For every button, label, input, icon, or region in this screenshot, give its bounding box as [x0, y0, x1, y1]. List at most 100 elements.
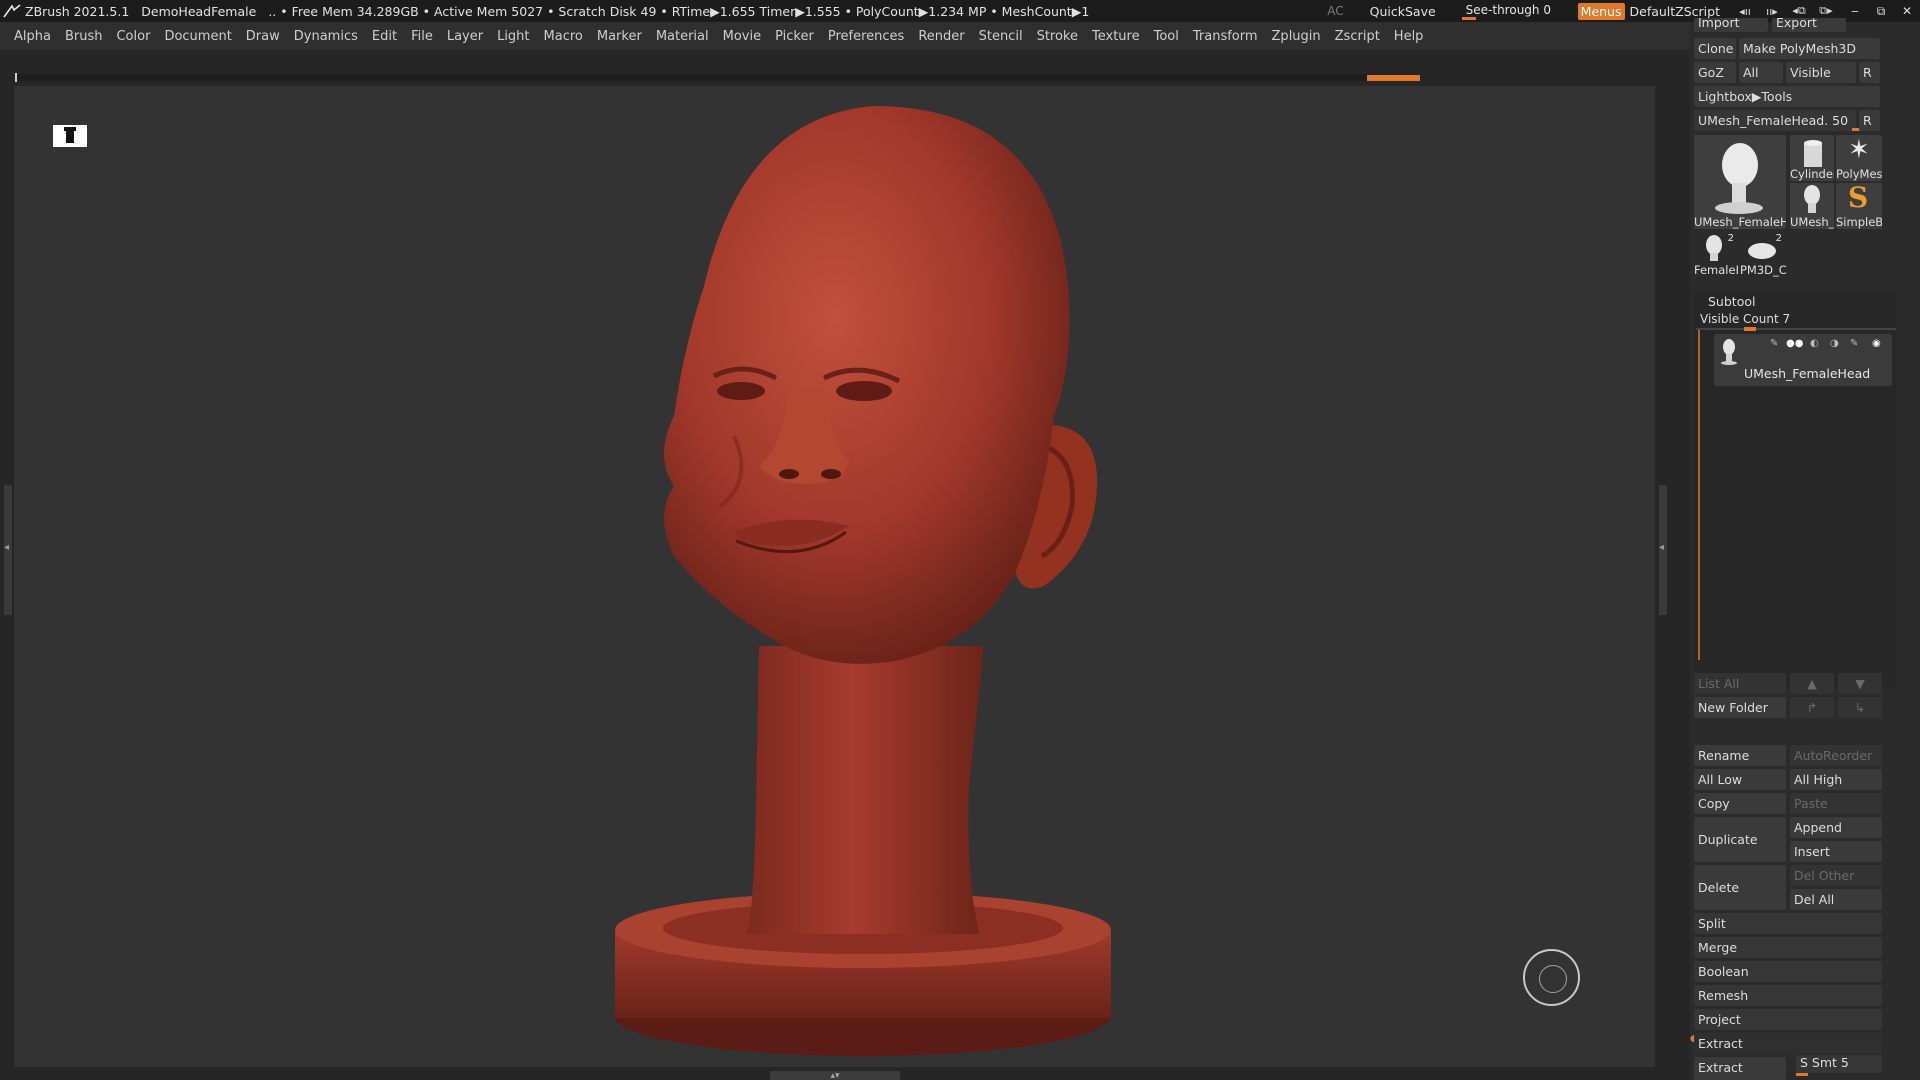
append-button[interactable]: Append — [1790, 817, 1882, 838]
menu-tool[interactable]: Tool — [1154, 29, 1179, 44]
menu-file[interactable]: File — [411, 29, 433, 44]
move-down-icon[interactable]: ▼ — [1838, 673, 1882, 694]
document-canvas[interactable] — [14, 86, 1655, 1067]
clone-button[interactable]: Clone — [1694, 38, 1736, 59]
menu-alpha[interactable]: Alpha — [14, 29, 51, 44]
tool-thumb-polymesh[interactable]: ✶ PolyMes — [1836, 135, 1882, 181]
remesh-section[interactable]: Remesh — [1694, 985, 1882, 1006]
menu-brush[interactable]: Brush — [65, 29, 103, 44]
export-button[interactable]: Export — [1772, 18, 1846, 32]
minimize-icon[interactable]: ‒ — [1842, 1, 1868, 21]
dynamic-icon[interactable]: ◑ — [1830, 338, 1839, 349]
split-section[interactable]: Split — [1694, 913, 1882, 934]
material-icon[interactable]: ◐ — [1810, 338, 1819, 349]
menu-zplugin[interactable]: Zplugin — [1272, 29, 1321, 44]
s-smt-fill — [1796, 1073, 1808, 1076]
default-zscript-button[interactable]: DefaultZScript — [1630, 4, 1721, 19]
folder-insert-icon[interactable]: ↳ — [1838, 697, 1882, 718]
s-smt-slider[interactable]: S Smt 5 — [1796, 1055, 1882, 1073]
menu-zscript[interactable]: Zscript — [1335, 29, 1380, 44]
insert-button[interactable]: Insert — [1790, 841, 1882, 862]
quicksave-button[interactable]: QuickSave — [1370, 4, 1436, 19]
menu-texture[interactable]: Texture — [1092, 29, 1140, 44]
visibility-eye-icon[interactable]: ◉ — [1872, 338, 1881, 349]
ac-toggle[interactable]: AC — [1327, 4, 1343, 18]
tool-thumb-umesh[interactable]: UMesh_ — [1790, 183, 1834, 229]
layout-prev-icon[interactable]: ◂ıı — [1734, 3, 1756, 19]
menu-stencil[interactable]: Stencil — [979, 29, 1023, 44]
del-other-button[interactable]: Del Other — [1790, 865, 1882, 886]
ui-colors-icon[interactable]: ⧉▸ — [1815, 3, 1837, 19]
extract-section[interactable]: Extract — [1694, 1033, 1882, 1054]
subtool-title[interactable]: Subtool — [1708, 294, 1755, 309]
rename-button[interactable]: Rename — [1694, 745, 1786, 766]
menu-color[interactable]: Color — [116, 29, 150, 44]
menu-macro[interactable]: Macro — [544, 29, 583, 44]
goz-visible-button[interactable]: Visible — [1786, 62, 1856, 83]
list-all-button[interactable]: List All — [1694, 673, 1786, 694]
edit-icon[interactable]: ✎ — [1850, 338, 1858, 349]
all-high-button[interactable]: All High — [1790, 769, 1882, 790]
tool-r-button[interactable]: R — [1859, 110, 1880, 131]
merge-section[interactable]: Merge — [1694, 937, 1882, 958]
layout-next-icon[interactable]: ıı▸ — [1761, 3, 1783, 19]
right-tray-toggle[interactable]: ◂ — [1659, 485, 1667, 615]
move-up-icon[interactable]: ▲ — [1790, 673, 1834, 694]
import-button[interactable]: Import — [1694, 18, 1768, 32]
menu-marker[interactable]: Marker — [597, 29, 642, 44]
tool-thumb-umesh-female-head[interactable]: UMesh_FemaleH — [1694, 135, 1786, 229]
goz-button[interactable]: GoZ — [1694, 62, 1736, 83]
brush-mode-icon[interactable]: ✎ — [1770, 338, 1778, 349]
menu-document[interactable]: Document — [164, 29, 231, 44]
close-icon[interactable]: ✕ — [1894, 1, 1920, 21]
new-folder-button[interactable]: New Folder — [1694, 697, 1786, 718]
left-tray-toggle[interactable]: ◂ — [4, 485, 12, 615]
menu-picker[interactable]: Picker — [775, 29, 814, 44]
menu-help[interactable]: Help — [1394, 29, 1424, 44]
simplebrush-s-icon: S — [1848, 183, 1869, 214]
menu-transform[interactable]: Transform — [1193, 29, 1258, 44]
extract-button[interactable]: Extract — [1694, 1057, 1786, 1080]
tool-thumb-simplebrush[interactable]: S SimpleB — [1836, 183, 1882, 229]
menu-edit[interactable]: Edit — [372, 29, 397, 44]
bottom-tray-toggle[interactable]: ▴▾ — [770, 1071, 900, 1080]
current-tool-slider[interactable]: UMesh_FemaleHead. 50 — [1694, 110, 1856, 131]
menu-light[interactable]: Light — [497, 29, 529, 44]
copy-button[interactable]: Copy — [1694, 793, 1786, 814]
make-polymesh3d-button[interactable]: Make PolyMesh3D — [1739, 38, 1880, 59]
all-low-button[interactable]: All Low — [1694, 769, 1786, 790]
lightbox-tools-button[interactable]: Lightbox▶Tools — [1694, 86, 1880, 107]
ui-layout-icon[interactable]: ◂⧉ — [1788, 3, 1810, 19]
menu-preferences[interactable]: Preferences — [828, 29, 904, 44]
autoreorder-button[interactable]: AutoReorder — [1790, 745, 1882, 766]
navigation-gizmo-icon[interactable] — [1523, 949, 1580, 1006]
tool-thumb-cylinder[interactable]: Cylinder — [1790, 135, 1834, 181]
menu-movie[interactable]: Movie — [723, 29, 761, 44]
restore-icon[interactable]: ⧉ — [1868, 1, 1894, 21]
undo-history-icon[interactable] — [53, 125, 87, 147]
tool-thumb-female-head[interactable]: 2 FemaleH — [1694, 231, 1738, 277]
delete-button[interactable]: Delete — [1694, 865, 1786, 910]
subtool-entry-umesh-femalehead[interactable]: ✎ ●● ◐ ◑ ✎ ◉ UMesh_FemaleHead — [1714, 334, 1892, 386]
folder-arrow-icon[interactable]: ↱ — [1790, 697, 1834, 718]
boolean-section[interactable]: Boolean — [1694, 961, 1882, 982]
goz-r-button[interactable]: R — [1859, 62, 1880, 83]
menu-dynamics[interactable]: Dynamics — [294, 29, 358, 44]
visible-count-slider[interactable] — [1696, 327, 1896, 331]
menu-render[interactable]: Render — [918, 29, 964, 44]
menu-material[interactable]: Material — [656, 29, 709, 44]
project-section[interactable]: Project — [1694, 1009, 1882, 1030]
duplicate-button[interactable]: Duplicate — [1694, 817, 1786, 862]
menu-stroke[interactable]: Stroke — [1037, 29, 1078, 44]
menus-button[interactable]: Menus — [1577, 2, 1625, 20]
tool-thumb-pm3d[interactable]: 2 PM3D_C — [1740, 231, 1786, 277]
polypaint-icon[interactable]: ●● — [1786, 338, 1803, 349]
see-through-slider[interactable]: See-through 0 — [1461, 2, 1558, 20]
del-all-button[interactable]: Del All — [1790, 889, 1882, 910]
menu-draw[interactable]: Draw — [246, 29, 280, 44]
paste-button[interactable]: Paste — [1790, 793, 1882, 814]
menu-bar: Alpha Brush Color Document Draw Dynamics… — [0, 22, 1690, 50]
goz-all-button[interactable]: All — [1739, 62, 1783, 83]
menu-layer[interactable]: Layer — [447, 29, 483, 44]
subtool-list-scrollbar[interactable] — [1698, 330, 1700, 660]
